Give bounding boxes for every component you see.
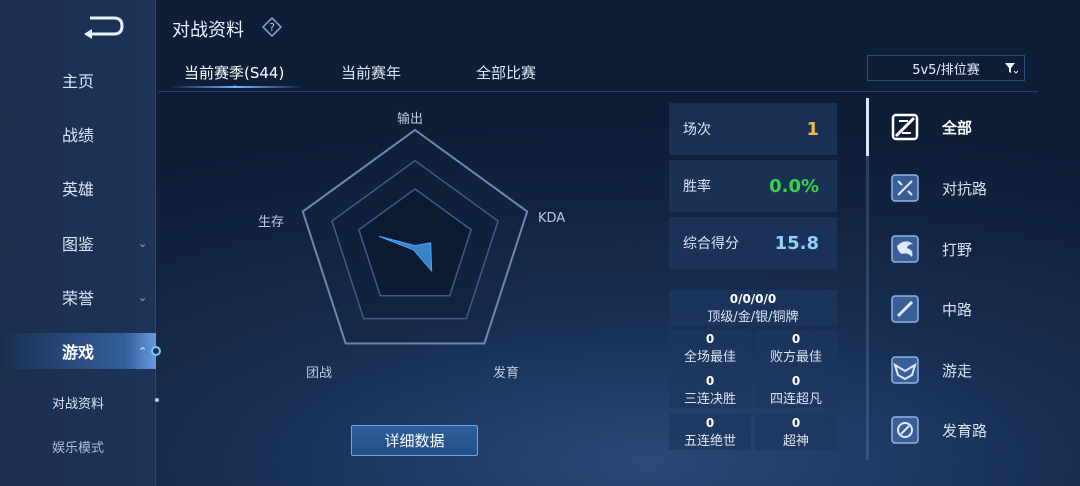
honor-value: 0 <box>705 416 715 430</box>
stat-label: 综合得分 <box>683 236 739 252</box>
help-icon[interactable]: ? <box>262 17 282 37</box>
page-title: 对战资料 <box>172 20 244 41</box>
role-roam[interactable]: 游走 <box>890 350 1040 390</box>
role-all[interactable]: 全部 <box>890 107 1040 147</box>
sidebar-item-label: 图鉴 <box>61 235 94 254</box>
stat-winrate: 胜率 0.0% <box>669 160 837 212</box>
honor-label: 超神 <box>782 434 809 449</box>
radar-label-output: 输出 <box>397 112 424 127</box>
stat-value: 0.0% <box>769 175 819 197</box>
detail-data-button[interactable]: 详细数据 <box>351 425 478 456</box>
stat-value: 15.8 <box>774 232 819 254</box>
sidebar-item-game[interactable]: 游戏 ⌃ <box>0 333 156 369</box>
stat-score: 综合得分 15.8 <box>669 217 837 269</box>
medal-count-label: 顶级/金/银/铜牌 <box>707 310 799 325</box>
mode-select[interactable]: 5v5/排位赛 <box>867 55 1025 81</box>
role-selected-indicator <box>866 98 869 156</box>
mode-select-value: 5v5/排位赛 <box>912 62 980 78</box>
stat-matches: 场次 1 <box>669 103 837 155</box>
roam-icon <box>891 356 919 384</box>
stat-value: 1 <box>806 118 819 140</box>
chevron-down-icon: ⌄ <box>138 236 148 250</box>
tab-all-matches[interactable]: 全部比赛 <box>476 62 536 83</box>
honor-value: 0 <box>791 332 801 346</box>
farm-lane-icon <box>891 416 919 444</box>
honor-label: 五连绝世 <box>683 434 736 449</box>
honor-value: 0 <box>705 332 715 346</box>
radar-label-teamfight: 团战 <box>306 366 333 381</box>
role-label: 打野 <box>942 240 973 259</box>
role-label: 游走 <box>942 361 973 380</box>
sidebar-item-codex[interactable]: 图鉴 ⌄ <box>0 225 156 261</box>
stat-label: 场次 <box>683 122 711 138</box>
radar-label-kda: KDA <box>538 211 566 226</box>
honor-label: 四连超凡 <box>769 392 822 407</box>
honor-cell: 0 三连决胜 <box>669 372 751 408</box>
role-label: 中路 <box>942 300 973 319</box>
subitem-active-dot <box>155 398 159 402</box>
sidebar-item-home[interactable]: 主页 <box>0 62 156 98</box>
role-mid-lane[interactable]: 中路 <box>890 289 1040 329</box>
sidebar-item-label: 主页 <box>61 72 94 91</box>
medal-count-value: 0/0/0/0 <box>729 292 777 306</box>
honor-value: 0 <box>705 374 715 388</box>
sidebar-subitem-label: 娱乐模式 <box>51 441 104 456</box>
jungle-icon <box>891 235 919 263</box>
sidebar: 主页 战绩 英雄 图鉴 ⌄ 荣誉 ⌄ 游戏 ⌃ 对战资料 娱乐模式 <box>0 0 161 486</box>
sidebar-item-label: 战绩 <box>61 126 94 145</box>
sidebar-item-label: 游戏 <box>61 343 94 362</box>
role-label: 发育路 <box>942 421 988 440</box>
chevron-down-icon: ⌄ <box>138 290 148 304</box>
role-farm-lane[interactable]: 发育路 <box>890 410 1040 450</box>
honor-label: 全场最佳 <box>683 350 736 365</box>
sidebar-subitem-battle-data[interactable]: 对战资料 <box>0 393 156 412</box>
sidebar-item-label: 英雄 <box>61 180 94 199</box>
honor-label: 三连决胜 <box>683 392 736 407</box>
svg-text:?: ? <box>269 21 275 34</box>
tab-current-season[interactable]: 当前赛季(S44) <box>184 62 284 83</box>
back-icon[interactable] <box>80 12 128 40</box>
active-indicator-dot <box>151 346 161 356</box>
mid-lane-icon <box>891 295 919 323</box>
medal-count: 0/0/0/0 顶级/金/银/铜牌 <box>669 290 837 326</box>
radar-chart <box>301 128 529 345</box>
sidebar-item-heroes[interactable]: 英雄 <box>0 170 156 206</box>
stat-label: 胜率 <box>683 179 711 195</box>
tab-current-year[interactable]: 当前赛年 <box>341 62 401 83</box>
sidebar-item-record[interactable]: 战绩 <box>0 116 156 152</box>
honor-cell: 0 五连绝世 <box>669 414 751 450</box>
honor-label: 败方最佳 <box>769 350 822 365</box>
clash-lane-icon <box>891 174 919 202</box>
honor-value: 0 <box>791 416 801 430</box>
sidebar-subitem-fun-mode[interactable]: 娱乐模式 <box>0 437 156 456</box>
honor-cell: 0 超神 <box>755 414 837 450</box>
all-roles-icon <box>891 113 919 141</box>
sidebar-subitem-label: 对战资料 <box>51 397 104 412</box>
tabs-divider <box>158 91 1038 92</box>
role-label: 全部 <box>942 118 973 137</box>
filter-icon <box>1005 63 1018 74</box>
radar-label-growth: 发育 <box>493 366 520 381</box>
role-jungle[interactable]: 打野 <box>890 229 1040 269</box>
honor-value: 0 <box>791 374 801 388</box>
honor-cell: 0 全场最佳 <box>669 330 751 366</box>
honor-cell: 0 败方最佳 <box>755 330 837 366</box>
honor-cell: 0 四连超凡 <box>755 372 837 408</box>
chevron-up-icon: ⌃ <box>138 344 148 358</box>
radar-label-survival: 生存 <box>258 215 285 230</box>
sidebar-item-honor[interactable]: 荣誉 ⌄ <box>0 279 156 315</box>
role-clash-lane[interactable]: 对抗路 <box>890 168 1040 208</box>
role-label: 对抗路 <box>942 179 988 198</box>
sidebar-item-label: 荣誉 <box>61 289 94 308</box>
